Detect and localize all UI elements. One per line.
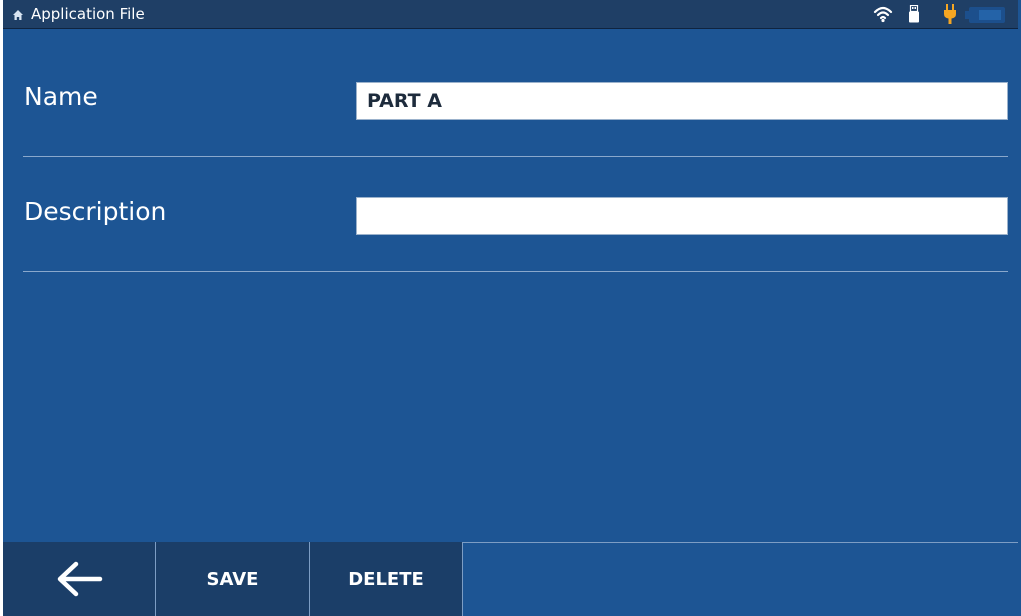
bottom-toolbar: SAVE DELETE bbox=[3, 542, 1018, 616]
battery-icon bbox=[965, 7, 1005, 23]
status-bar: Application File bbox=[3, 0, 1018, 29]
application-file-screen: Application File Name Description bbox=[0, 0, 1021, 616]
screen-edge bbox=[0, 0, 3, 616]
window-title: Application File bbox=[31, 5, 145, 23]
plug-icon bbox=[944, 4, 956, 24]
toolbar-empty-area bbox=[463, 542, 1018, 616]
arrow-left-icon bbox=[57, 561, 103, 597]
description-label: Description bbox=[24, 197, 167, 226]
back-button[interactable] bbox=[3, 542, 156, 616]
divider bbox=[23, 156, 1008, 157]
usb-icon bbox=[909, 5, 919, 23]
description-input[interactable] bbox=[356, 197, 1008, 235]
name-label: Name bbox=[24, 82, 98, 111]
save-button[interactable]: SAVE bbox=[156, 542, 310, 616]
home-icon[interactable] bbox=[12, 9, 24, 21]
wifi-icon bbox=[873, 6, 893, 23]
delete-button[interactable]: DELETE bbox=[310, 542, 463, 616]
delete-button-label: DELETE bbox=[348, 568, 424, 590]
divider bbox=[23, 271, 1008, 272]
name-input[interactable] bbox=[356, 82, 1008, 120]
save-button-label: SAVE bbox=[206, 568, 259, 590]
